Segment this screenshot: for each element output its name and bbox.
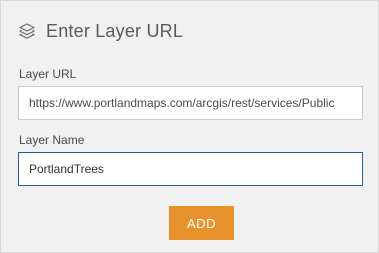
layer-url-input[interactable] xyxy=(18,86,363,120)
panel-title: Enter Layer URL xyxy=(46,20,184,41)
layer-name-input[interactable] xyxy=(18,152,363,186)
layer-url-label: Layer URL xyxy=(19,67,77,81)
add-button[interactable]: ADD xyxy=(169,206,234,240)
enter-layer-url-panel: Enter Layer URL Layer URL Layer Name ADD xyxy=(0,0,379,253)
layers-icon xyxy=(18,22,36,40)
layer-name-label: Layer Name xyxy=(19,133,85,147)
panel-header: Enter Layer URL xyxy=(18,19,183,43)
